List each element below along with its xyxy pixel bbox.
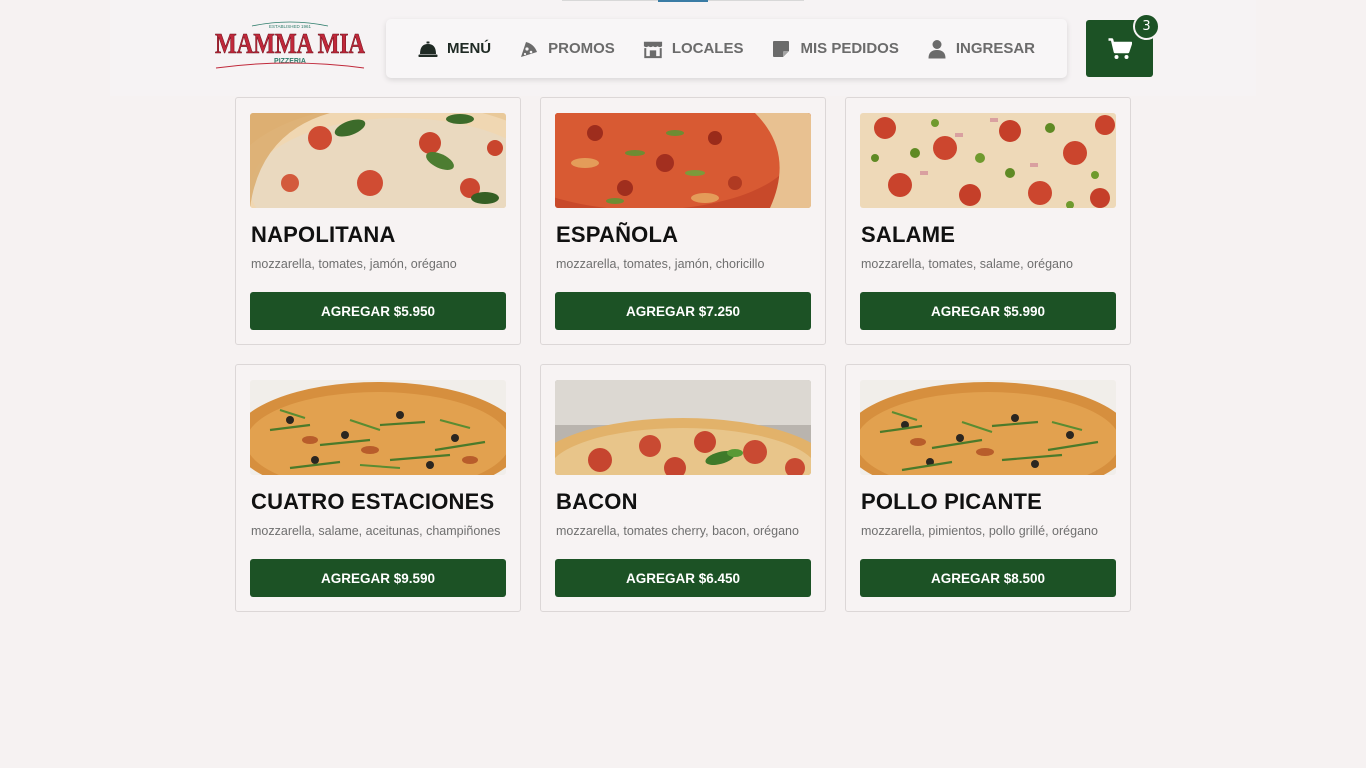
product-image [860, 380, 1116, 475]
nav-label: PROMOS [548, 40, 615, 57]
add-to-cart-button[interactable]: AGREGAR $7.250 [555, 292, 811, 330]
product-name: NAPOLITANA [251, 222, 396, 247]
nav-label: INGRESAR [955, 40, 1036, 57]
pizza-salame-image [860, 113, 1116, 208]
nav-item-ingresar[interactable]: INGRESAR [927, 39, 1035, 59]
product-description: mozzarella, tomates, jamón, orégano [251, 257, 457, 271]
brand-name: MAMMA MIA [215, 28, 365, 60]
nav-item-promos[interactable]: PROMOS [519, 39, 615, 59]
pizza-slice-icon [521, 41, 538, 57]
add-to-cart-button[interactable]: AGREGAR $5.990 [860, 292, 1116, 330]
nav-item-menu[interactable]: MENÚ [418, 39, 491, 59]
add-to-cart-button[interactable]: AGREGAR $6.450 [555, 559, 811, 597]
product-image [555, 380, 811, 475]
product-card: SALAME mozzarella, tomates, salame, orég… [845, 97, 1131, 345]
note-icon [773, 40, 790, 57]
nav-label: MENÚ [446, 40, 492, 57]
pizza-espanola-image [555, 113, 811, 208]
product-image [250, 380, 506, 475]
add-to-cart-button[interactable]: AGREGAR $9.590 [250, 559, 506, 597]
add-to-cart-button[interactable]: AGREGAR $8.500 [860, 559, 1116, 597]
product-card: BACON mozzarella, tomates cherry, bacon,… [540, 364, 826, 612]
product-description: mozzarella, salame, aceitunas, champiñon… [251, 524, 501, 538]
product-description: mozzarella, pimientos, pollo grillé, oré… [861, 524, 1098, 538]
product-card: ESPAÑOLA mozzarella, tomates, jamón, cho… [540, 97, 826, 345]
product-description: mozzarella, tomates cherry, bacon, oréga… [556, 524, 799, 538]
product-image [250, 113, 506, 208]
add-to-cart-button[interactable]: AGREGAR $5.950 [250, 292, 506, 330]
product-card: NAPOLITANA mozzarella, tomates, jamón, o… [235, 97, 521, 345]
nav-item-locales[interactable]: LOCALES [643, 39, 744, 59]
product-image [860, 113, 1116, 208]
cart-count-badge: 3 [1133, 13, 1160, 40]
brand-sub: PIZZERIA [274, 58, 306, 65]
product-card: POLLO PICANTE mozzarella, pimientos, pol… [845, 364, 1131, 612]
pizza-pollo-picante-image [860, 380, 1116, 475]
nav-label: LOCALES [671, 40, 744, 57]
service-bell-icon [418, 41, 438, 57]
store-icon [643, 41, 662, 58]
user-icon [928, 39, 946, 58]
top-accent [658, 0, 708, 2]
product-name: ESPAÑOLA [556, 222, 679, 247]
product-image [555, 113, 811, 208]
product-description: mozzarella, tomates, jamón, choricillo [556, 257, 765, 271]
product-name: SALAME [861, 222, 956, 247]
product-description: mozzarella, tomates, salame, orégano [861, 257, 1073, 271]
product-name: POLLO PICANTE [861, 489, 1043, 514]
pizza-bacon-image [555, 380, 811, 475]
main-nav: MENÚ PROMOS LOCALES MIS PEDIDOS INGRESAR [386, 19, 1067, 78]
brand-logo[interactable]: ESTABLISHED 1961 MAMMA MIA PIZZERIA [212, 20, 368, 74]
nav-label: MIS PEDIDOS [800, 40, 899, 57]
nav-item-mis-pedidos[interactable]: MIS PEDIDOS [771, 39, 899, 59]
product-name: BACON [556, 489, 638, 514]
cart-icon [1108, 37, 1132, 59]
pizza-napolitana-image [250, 113, 506, 208]
product-card: CUATRO ESTACIONES mozzarella, salame, ac… [235, 364, 521, 612]
pizza-cuatro-estaciones-image [250, 380, 506, 475]
product-name: CUATRO ESTACIONES [251, 489, 495, 514]
